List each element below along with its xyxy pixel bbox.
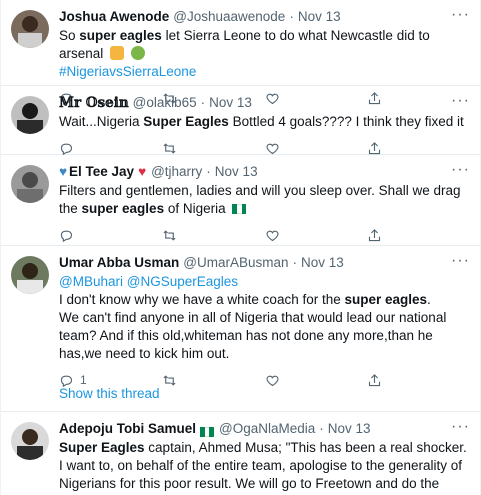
timestamp[interactable]: Nov 13 [215,163,258,181]
user-handle[interactable]: @UmarABusman [183,254,288,272]
reply-icon [60,230,73,242]
more-options-icon[interactable]: ··· [451,6,470,24]
tweet-text: Super Eagles captain, Ahmed Musa; "This … [59,440,467,495]
red-heart-icon: ♥ [138,164,147,179]
separator: · [206,164,211,179]
like-button[interactable] [265,228,368,243]
tweet-text: Wait...Nigeria Super Eagles Bottled 4 go… [59,114,464,129]
reply-button[interactable] [59,141,162,156]
more-options-icon[interactable]: ··· [451,161,470,179]
facepalm-emoji-icon [110,46,125,60]
tweet[interactable]: Adepoju Tobi Samuel @OgaNlaMedia · Nov 1… [1,412,480,495]
share-button[interactable] [367,373,470,388]
display-name[interactable]: Umar Abba Usman [59,254,179,272]
avatar[interactable] [11,256,49,294]
tweet-header: Joshua Awenode @Joshuaawenode · Nov 13 [59,8,470,26]
nigeria-flag-icon [200,424,214,437]
separator: · [200,95,206,110]
hashtag-link[interactable]: #NigeriavsSierraLeone [59,64,196,79]
more-options-icon[interactable]: ··· [451,92,470,110]
display-name[interactable]: Joshua Awenode [59,8,169,26]
display-name[interactable]: El Tee Jay [69,163,134,181]
heart-icon [265,375,279,386]
retweet-icon [163,142,176,154]
heart-icon [265,143,279,154]
user-handle[interactable]: @tjharry [151,163,202,181]
retweet-button[interactable] [162,141,265,156]
share-button[interactable] [367,228,470,243]
reply-button[interactable]: 1 [59,373,162,388]
avatar[interactable] [11,165,49,203]
nauseated-face-emoji-icon [130,46,145,60]
tweet[interactable]: 𝕄𝕣 𝕆𝕤𝕖𝕚𝕟 @olakib65 · Nov 13 ··· Wait...N… [1,86,480,155]
tweet-header: Umar Abba Usman @UmarABusman · Nov 13 [59,254,470,272]
separator: · [292,255,298,270]
timestamp[interactable]: Nov 13 [209,94,252,112]
tweet-header: Adepoju Tobi Samuel @OgaNlaMedia · Nov 1… [59,420,470,438]
retweet-button[interactable] [162,373,265,388]
tweet[interactable]: ♥ El Tee Jay ♥ @tjharry · Nov 13 ··· Fil… [1,155,480,246]
mention-link[interactable]: @MBuhari [59,274,123,289]
display-name[interactable]: 𝕄𝕣 𝕆𝕤𝕖𝕚𝕟 [59,94,129,112]
timestamp[interactable]: Nov 13 [298,8,341,26]
user-handle[interactable]: @olakib65 [133,94,197,112]
user-handle[interactable]: @OgaNlaMedia [219,420,315,438]
like-button[interactable] [265,373,368,388]
like-button[interactable] [265,141,368,156]
separator: · [319,421,324,436]
reply-icon [60,375,73,387]
tweet-text: So super eagles let Sierra Leone to do w… [59,28,430,79]
retweet-icon [163,374,176,386]
separator: · [289,9,294,24]
share-icon [369,141,381,154]
avatar[interactable] [11,422,49,460]
share-icon [369,228,381,241]
tweet-actions [59,221,470,249]
more-options-icon[interactable]: ··· [451,418,470,436]
tweet[interactable]: Umar Abba Usman @UmarABusman · Nov 13 ··… [1,246,480,387]
tweet-actions: 1 [59,366,470,394]
timestamp[interactable]: Nov 13 [328,420,371,438]
reply-icon [60,143,73,155]
reply-count: 1 [80,373,87,387]
more-options-icon[interactable]: ··· [451,252,470,270]
tweet-header: 𝕄𝕣 𝕆𝕤𝕖𝕚𝕟 @olakib65 · Nov 13 [59,94,470,112]
avatar[interactable] [11,10,49,48]
tweet-header: ♥ El Tee Jay ♥ @tjharry · Nov 13 [59,163,470,181]
retweet-button[interactable] [162,228,265,243]
heart-icon [265,230,279,241]
tweet-text: @MBuhari @NGSuperEagles I don't know why… [59,274,447,361]
share-button[interactable] [367,141,470,156]
share-icon [369,373,381,386]
avatar[interactable] [11,96,49,134]
timestamp[interactable]: Nov 13 [301,254,344,272]
tweet-feed: Joshua Awenode @Joshuaawenode · Nov 13 ·… [0,0,481,495]
nigeria-flag-icon [232,201,247,214]
tweet-text: Filters and gentlemen, ladies and will y… [59,183,461,216]
blue-heart-icon: ♥ [59,164,68,179]
display-name[interactable]: Adepoju Tobi Samuel [59,420,196,438]
tweet[interactable]: Joshua Awenode @Joshuaawenode · Nov 13 ·… [1,0,480,105]
reply-button[interactable] [59,228,162,243]
mention-link[interactable]: @NGSuperEagles [127,274,238,289]
user-handle[interactable]: @Joshuaawenode [173,8,285,26]
retweet-icon [163,229,176,241]
